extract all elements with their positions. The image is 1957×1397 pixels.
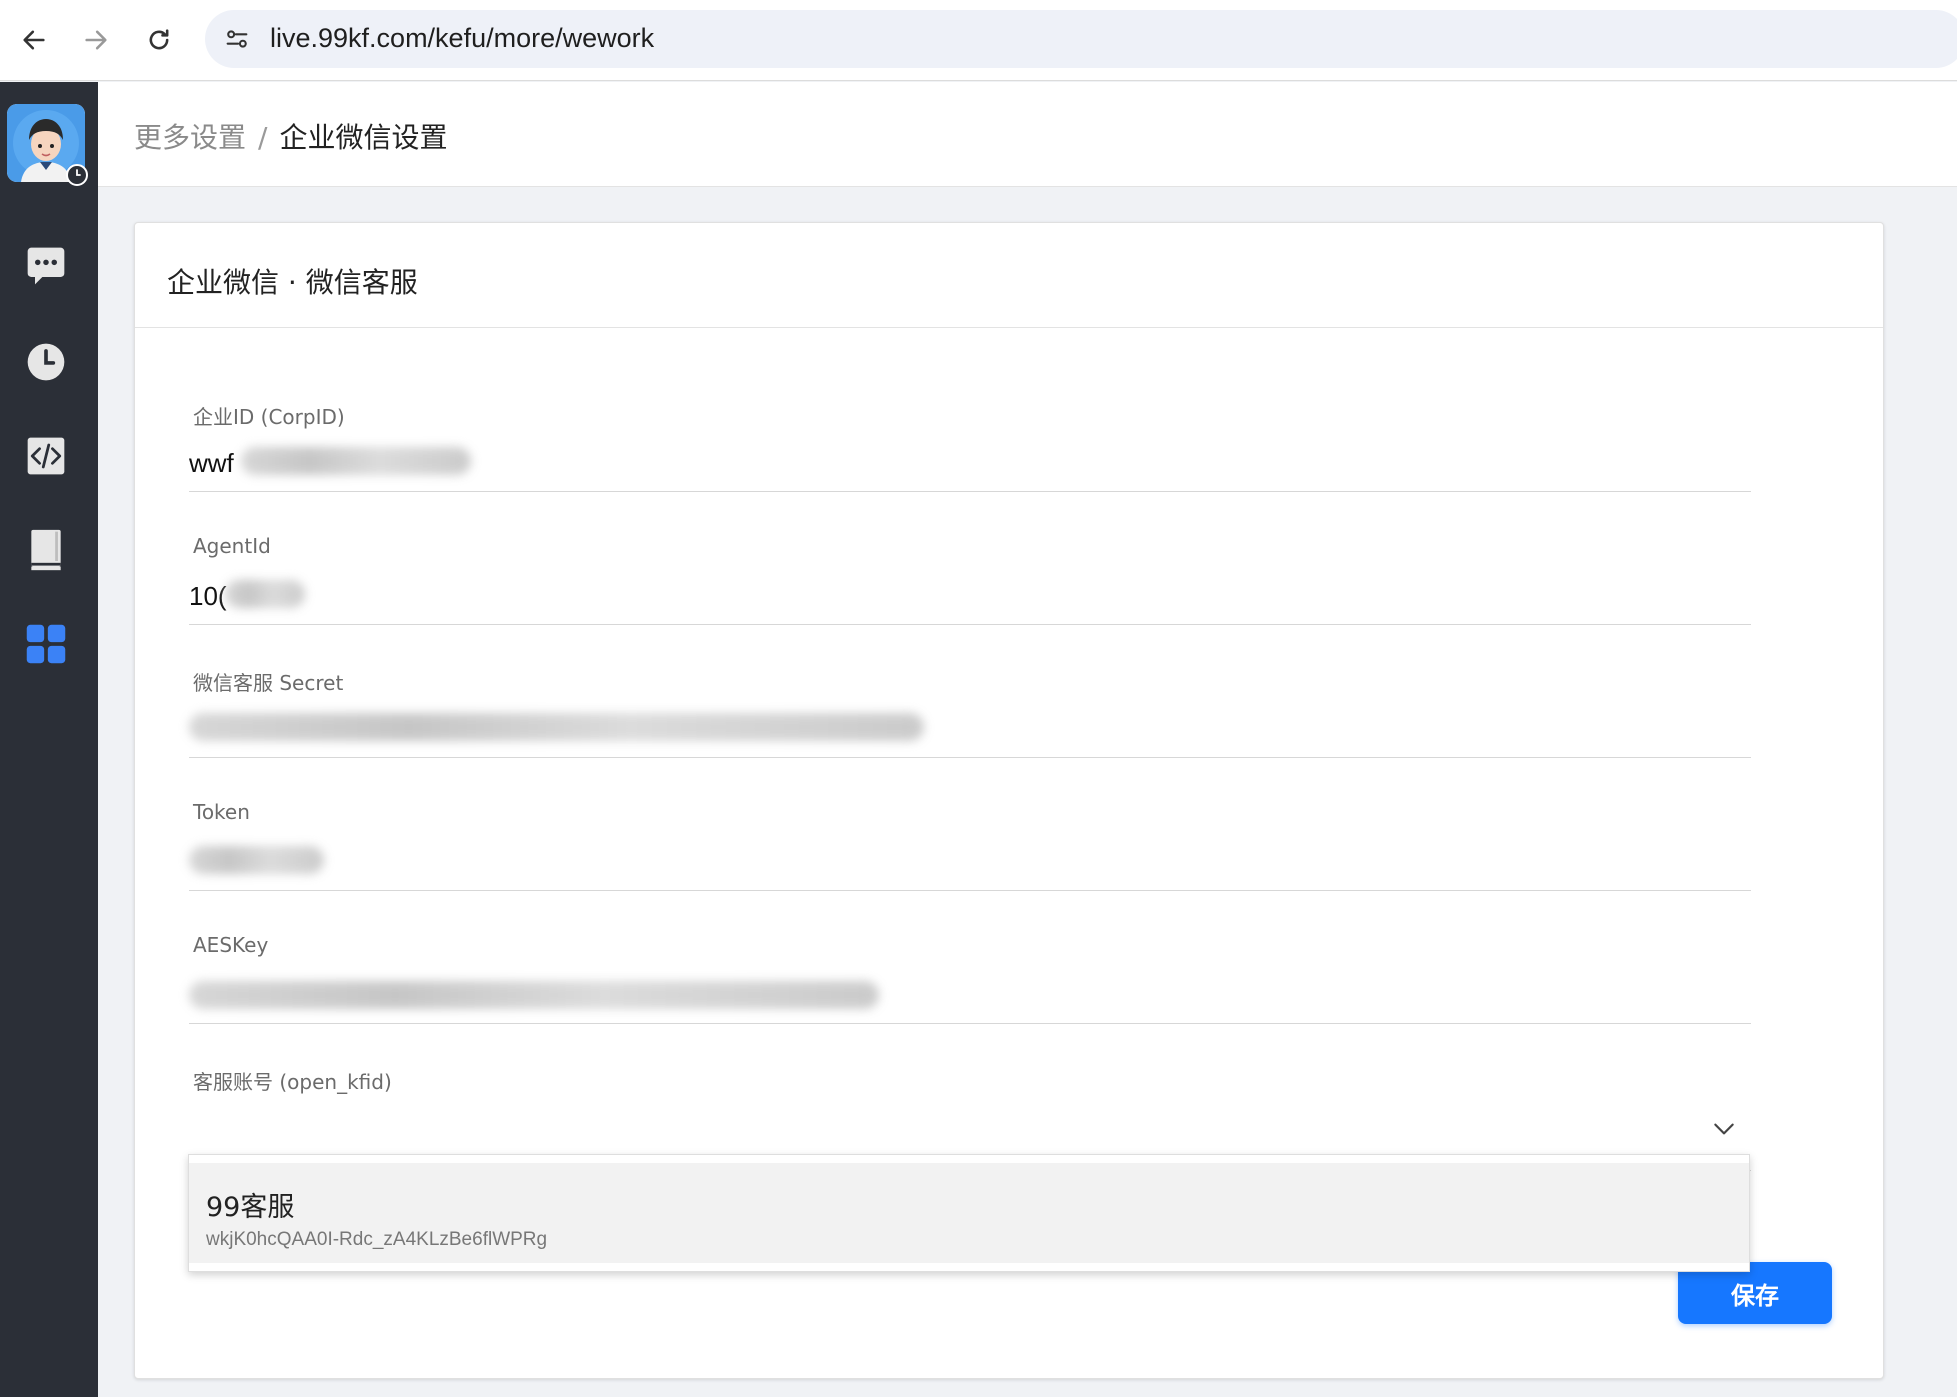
option-title: 99客服 xyxy=(206,1192,295,1223)
sidebar-item-chat[interactable] xyxy=(22,242,70,290)
sidebar-item-history[interactable] xyxy=(22,338,70,386)
grid-apps-icon xyxy=(26,624,66,664)
dropdown-option[interactable]: 99客服 wkjK0hcQAA0I-Rdc_zA4KLzBe6flWPRg xyxy=(189,1163,1749,1263)
aeskey-label: AESKey xyxy=(193,933,269,957)
site-settings-icon[interactable] xyxy=(223,25,251,53)
chat-bubble-icon xyxy=(27,247,65,285)
token-label: Token xyxy=(193,800,250,824)
redacted-value xyxy=(189,846,324,874)
agentid-field: AgentId xyxy=(189,534,1751,626)
reload-button[interactable] xyxy=(139,20,179,60)
redacted-value xyxy=(241,447,471,475)
field-underline xyxy=(189,491,1751,492)
field-underline xyxy=(189,1023,1751,1024)
chevron-down-icon[interactable] xyxy=(1711,1116,1737,1142)
secret-label: 微信客服 Secret xyxy=(193,671,344,695)
agentid-label: AgentId xyxy=(193,534,271,558)
sidebar-item-docs[interactable] xyxy=(22,526,70,574)
clock-badge-icon xyxy=(76,169,81,176)
browser-toolbar: live.99kf.com/kefu/more/wework xyxy=(0,0,1957,81)
card-divider xyxy=(135,327,1883,328)
url-text[interactable]: live.99kf.com/kefu/more/wework xyxy=(270,23,654,54)
arrow-right-icon xyxy=(85,30,107,50)
back-button[interactable] xyxy=(14,20,54,60)
sidebar-item-apps[interactable] xyxy=(22,620,70,668)
breadcrumb-current: 企业微信设置 xyxy=(279,121,448,154)
redacted-value xyxy=(225,580,305,608)
page-header: 更多设置 / 企业微信设置 xyxy=(98,82,1957,187)
redacted-value xyxy=(189,713,924,741)
address-bar[interactable]: live.99kf.com/kefu/more/wework xyxy=(205,10,1957,68)
secret-field: 微信客服 Secret xyxy=(189,667,1751,759)
book-icon xyxy=(31,529,61,571)
breadcrumb-separator: / xyxy=(258,121,268,154)
sidebar-item-code[interactable] xyxy=(22,432,70,480)
kfid-select-field[interactable]: 客服账号 (open_kfid) xyxy=(189,1066,1751,1171)
kfid-label: 客服账号 (open_kfid) xyxy=(193,1070,392,1094)
redacted-value xyxy=(189,981,879,1009)
card-title: 企业微信 · 微信客服 xyxy=(167,266,418,299)
status-badge xyxy=(66,164,88,186)
field-underline xyxy=(189,757,1751,758)
code-icon xyxy=(27,437,65,475)
kfid-dropdown-menu: 99客服 wkjK0hcQAA0I-Rdc_zA4KLzBe6flWPRg xyxy=(188,1154,1750,1272)
aeskey-field: AESKey xyxy=(189,933,1751,1025)
forward-button[interactable] xyxy=(76,20,116,60)
field-underline xyxy=(189,890,1751,891)
arrow-left-icon xyxy=(23,30,45,50)
corpid-field: 企业ID (CorpID) xyxy=(189,401,1751,493)
option-subtitle: wkjK0hcQAA0I-Rdc_zA4KLzBe6flWPRg xyxy=(206,1229,548,1250)
sidebar xyxy=(0,82,98,1397)
token-input[interactable] xyxy=(189,840,1751,884)
field-underline xyxy=(189,624,1751,625)
token-field: Token xyxy=(189,800,1751,892)
corpid-label: 企业ID (CorpID) xyxy=(193,405,345,429)
clock-icon xyxy=(27,343,65,381)
agentid-input[interactable] xyxy=(189,574,1751,618)
reload-icon xyxy=(149,29,169,50)
breadcrumb-parent-link[interactable]: 更多设置 xyxy=(134,121,246,154)
breadcrumb: 更多设置 / 企业微信设置 xyxy=(134,116,447,156)
